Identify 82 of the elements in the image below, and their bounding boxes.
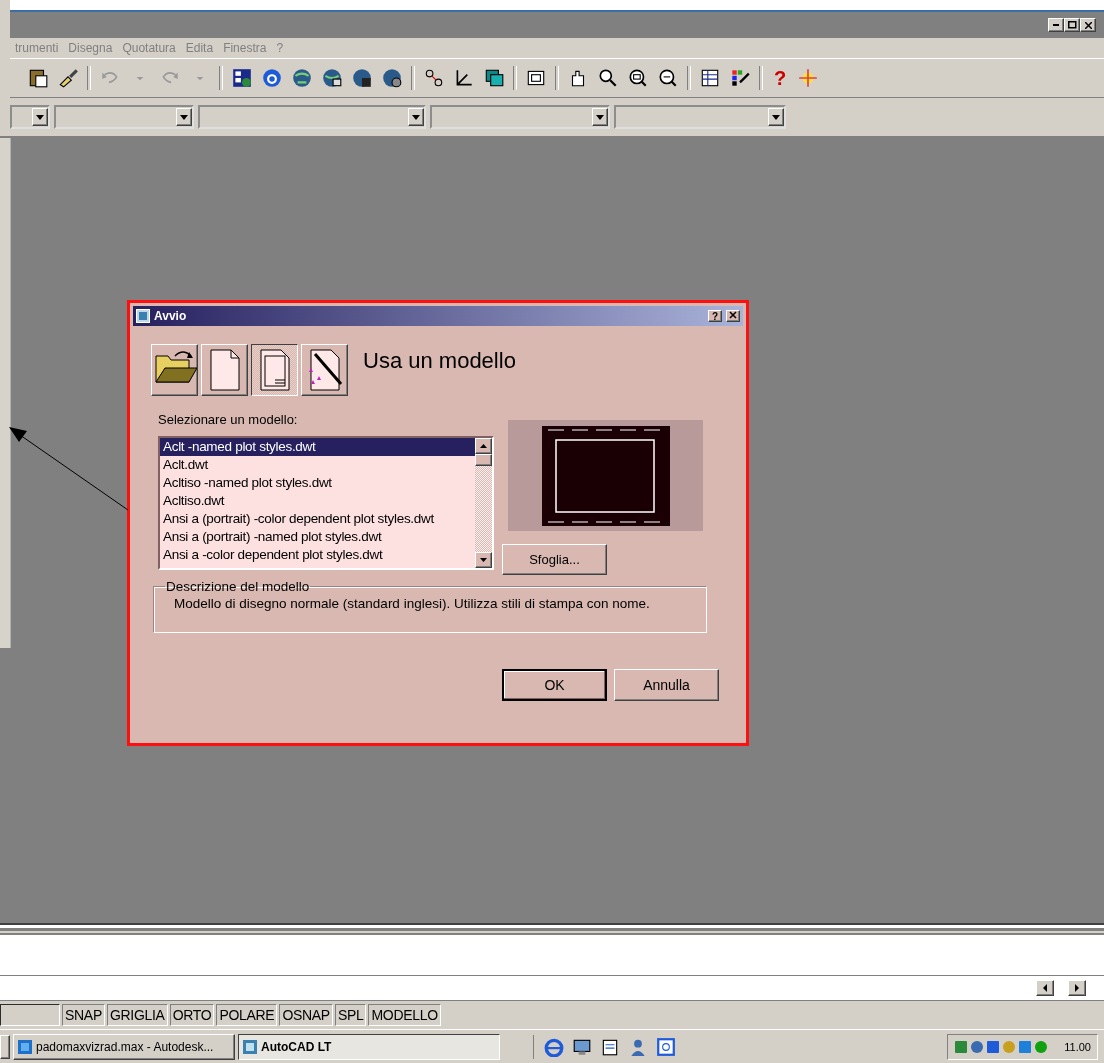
taskbar-button[interactable]: padomaxvizrad.max - Autodesk...: [13, 1033, 235, 1060]
scroll-left-arrow-icon: [1041, 983, 1049, 993]
start-option-button[interactable]: [251, 344, 298, 396]
status-toggle[interactable]: ORTO: [169, 1004, 215, 1026]
scroll-left-button[interactable]: [1036, 980, 1054, 996]
status-toggle[interactable]: OSNAP: [279, 1004, 333, 1026]
start-button[interactable]: [0, 1034, 10, 1059]
tray-icon[interactable]: [986, 1039, 1001, 1054]
app-icon: [136, 309, 150, 323]
window-icon[interactable]: [483, 67, 505, 89]
list-item[interactable]: Ansi a -color dependent plot styles.dwt: [160, 546, 475, 564]
dialog-title: Avvio: [154, 309, 188, 323]
caret-icon: [180, 114, 188, 120]
tray-icon[interactable]: [970, 1039, 985, 1054]
table-icon[interactable]: [699, 67, 721, 89]
close-button[interactable]: [726, 310, 740, 322]
caret-icon: [772, 114, 780, 120]
caret-icon: [36, 114, 44, 120]
list-label: Selezionare un modello:: [158, 412, 299, 427]
maximize-icon: [1067, 21, 1077, 29]
status-toggle[interactable]: SPL: [334, 1004, 367, 1026]
sparkle-icon[interactable]: [797, 67, 820, 89]
status-toggle[interactable]: SNAP: [62, 1004, 105, 1026]
dropdown-field[interactable]: [54, 105, 194, 129]
status-toggle[interactable]: POLARE: [216, 1004, 278, 1026]
close-icon: [1084, 21, 1092, 29]
splitter-bar[interactable]: [0, 923, 1104, 935]
minimize-icon: [1053, 24, 1059, 26]
clipboard-icon[interactable]: [27, 67, 49, 89]
cancel-button[interactable]: Annulla: [614, 669, 719, 701]
browser-icon[interactable]: [544, 1036, 564, 1057]
snap-icon[interactable]: [423, 67, 445, 89]
clock: 11.00: [1064, 1040, 1091, 1053]
ok-button[interactable]: OK: [502, 669, 607, 701]
zoom-icon[interactable]: [657, 67, 679, 89]
list-item[interactable]: Ansi a (portrait) -color dependent plot styles.dwt: [160, 510, 475, 528]
app-icon: [17, 1038, 33, 1055]
globe-icon[interactable]: [321, 67, 343, 89]
zoom-icon[interactable]: [597, 67, 619, 89]
panel-icon[interactable]: [231, 67, 253, 89]
scrollbar[interactable]: [475, 438, 492, 568]
globe-icon[interactable]: [381, 67, 403, 89]
dropdown-field[interactable]: [614, 105, 786, 129]
down-arrow-icon: [480, 558, 487, 562]
status-toggle[interactable]: GRIGLIA: [106, 1004, 168, 1026]
taskbar-button[interactable]: AutoCAD LT: [238, 1033, 500, 1060]
scroll-right-button[interactable]: [1068, 980, 1086, 996]
list-item[interactable]: Acltiso -named plot styles.dwt: [160, 474, 475, 492]
help-button[interactable]: ?: [708, 310, 722, 322]
dialog-heading: Usa un modello: [363, 348, 516, 374]
description-text: Modello di disegno normale (standard inglesi). Utilizza stili di stampa con nome.: [174, 596, 650, 611]
coordinates-pane: [0, 1004, 60, 1026]
brush-icon[interactable]: [57, 67, 79, 89]
zoom-icon[interactable]: [627, 67, 649, 89]
caret-icon: [412, 114, 420, 120]
app-icon: [242, 1038, 258, 1055]
minimize-button[interactable]: [1048, 18, 1064, 32]
scrollbar-thumb[interactable]: [475, 454, 492, 466]
list-item[interactable]: Aclt -named plot styles.dwt: [160, 438, 475, 456]
list-item[interactable]: Ansi a (portrait) -named plot styles.dwt: [160, 528, 475, 546]
tray-icon[interactable]: [1018, 1039, 1033, 1054]
browse-button[interactable]: Sfoglia...: [502, 544, 607, 575]
tray-icon[interactable]: [954, 1039, 969, 1054]
list-item[interactable]: Aclt.dwt: [160, 456, 475, 474]
close-icon: [729, 311, 737, 321]
status-toggle[interactable]: MODELLO: [368, 1004, 441, 1026]
dropdown-field[interactable]: [10, 105, 50, 129]
caret-icon: [596, 114, 604, 120]
maximize-button[interactable]: [1064, 18, 1080, 32]
help-button[interactable]: ?: [774, 67, 787, 89]
list-item[interactable]: Acltiso.dwt: [160, 492, 475, 510]
globe-icon[interactable]: [351, 67, 373, 89]
scroll-right-arrow-icon: [1073, 983, 1081, 993]
window-icon[interactable]: [656, 1036, 676, 1057]
dropdown-field[interactable]: [198, 105, 426, 129]
close-button[interactable]: [1080, 18, 1096, 32]
group-title: Descrizione del modello: [165, 579, 311, 594]
up-arrow-icon: [480, 444, 487, 448]
dropdown-field[interactable]: [430, 105, 610, 129]
template-list[interactable]: [158, 436, 494, 570]
command-line-field[interactable]: [0, 976, 1104, 1001]
palette-icon[interactable]: [729, 67, 751, 89]
